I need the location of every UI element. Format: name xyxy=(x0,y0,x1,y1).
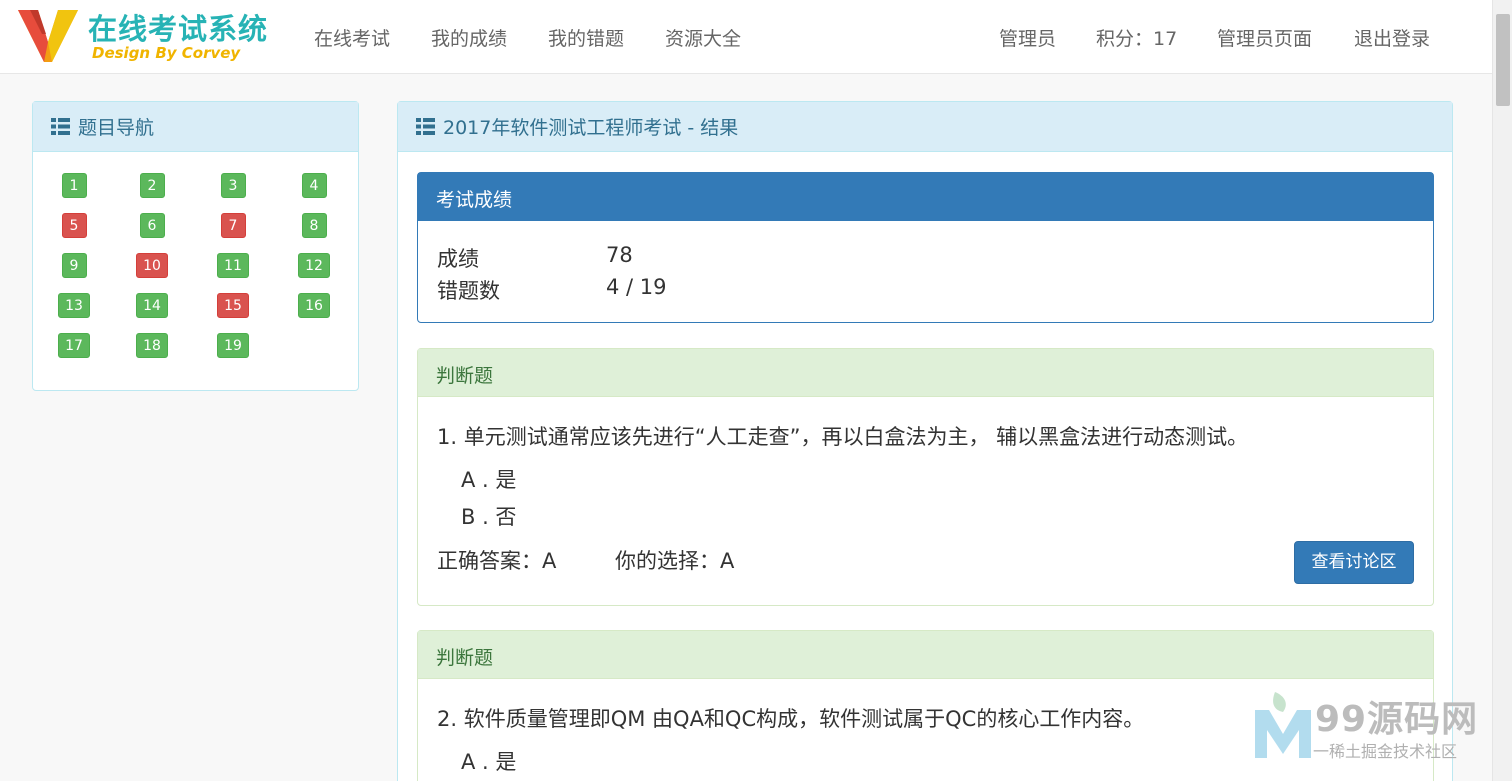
question-nav-item-12[interactable]: 12 xyxy=(298,253,330,278)
list-icon xyxy=(51,118,70,135)
question-nav-item-13[interactable]: 13 xyxy=(58,293,90,318)
question-nav-item-8[interactable]: 8 xyxy=(301,213,327,238)
score-value: 78 xyxy=(606,243,633,267)
your-answer: 你的选择：A xyxy=(615,549,735,573)
question-nav-item-7[interactable]: 7 xyxy=(220,213,246,238)
question-nav-heading: 题目导航 xyxy=(33,102,358,152)
option-b: B . 否 xyxy=(461,505,517,529)
view-discussion-button[interactable]: 查看讨论区 xyxy=(1294,541,1414,584)
brand-subtitle: Design By Corvey xyxy=(92,44,241,62)
question-nav-item-10[interactable]: 10 xyxy=(136,253,168,278)
question-text: 2. 软件质量管理即QM 由QA和QC构成，软件测试属于QC的核心工作内容。 xyxy=(437,707,1145,731)
question-nav-item-9[interactable]: 9 xyxy=(61,253,87,278)
question-nav-title: 题目导航 xyxy=(78,117,155,139)
result-heading: 2017年软件测试工程师考试 - 结果 xyxy=(398,102,1452,152)
nav-my-mistakes[interactable]: 我的错题 xyxy=(548,24,624,51)
question-type: 判断题 xyxy=(418,349,1433,397)
nav-logout[interactable]: 退出登录 xyxy=(1354,24,1430,51)
question-card: 判断题 1. 单元测试通常应该先进行“人工走查”，再以白盒法为主， 辅以黑盒法进… xyxy=(417,348,1434,606)
question-nav-item-14[interactable]: 14 xyxy=(136,293,168,318)
score-panel: 考试成绩 成绩 78 错题数 4 / 19 xyxy=(417,172,1434,323)
nav-resources[interactable]: 资源大全 xyxy=(665,24,741,51)
nav-points[interactable]: 积分：17 xyxy=(1096,24,1177,51)
question-nav-item-11[interactable]: 11 xyxy=(217,253,249,278)
option-a: A . 是 xyxy=(461,750,517,774)
question-type: 判断题 xyxy=(418,631,1433,679)
result-panel: 2017年软件测试工程师考试 - 结果 考试成绩 成绩 78 错题数 4 / 1… xyxy=(397,101,1453,781)
score-heading: 考试成绩 xyxy=(418,173,1433,221)
question-nav-item-19[interactable]: 19 xyxy=(217,333,249,358)
question-nav-item-18[interactable]: 18 xyxy=(136,333,168,358)
result-title: 2017年软件测试工程师考试 - 结果 xyxy=(443,117,739,139)
question-nav-item-2[interactable]: 2 xyxy=(139,173,165,198)
site-logo[interactable]: 在线考试系统 Design By Corvey xyxy=(16,4,286,66)
page-scrollbar[interactable] xyxy=(1492,0,1512,781)
correct-answer: 正确答案：A xyxy=(437,549,557,573)
logo-v-icon xyxy=(18,10,78,62)
score-row: 成绩 78 xyxy=(437,243,633,273)
question-nav-item-15[interactable]: 15 xyxy=(217,293,249,318)
score-label: 成绩 xyxy=(437,247,479,271)
wrong-count-row: 错题数 4 / 19 xyxy=(437,275,667,305)
question-nav-item-16[interactable]: 16 xyxy=(298,293,330,318)
question-nav-item-6[interactable]: 6 xyxy=(139,213,165,238)
nav-online-exam[interactable]: 在线考试 xyxy=(314,24,390,51)
question-nav-item-17[interactable]: 17 xyxy=(58,333,90,358)
question-card: 判断题 2. 软件质量管理即QM 由QA和QC构成，软件测试属于QC的核心工作内… xyxy=(417,630,1434,781)
scrollbar-thumb[interactable] xyxy=(1496,14,1510,106)
question-nav-item-4[interactable]: 4 xyxy=(301,173,327,198)
navbar: 在线考试系统 Design By Corvey 在线考试 我的成绩 我的错题 资… xyxy=(0,0,1492,74)
question-nav-item-5[interactable]: 5 xyxy=(61,213,87,238)
nav-my-scores[interactable]: 我的成绩 xyxy=(431,24,507,51)
list-icon xyxy=(416,118,435,135)
question-nav-item-1[interactable]: 1 xyxy=(61,173,87,198)
wrong-count-value: 4 / 19 xyxy=(606,275,667,299)
nav-admin-page[interactable]: 管理员页面 xyxy=(1217,24,1312,51)
option-a: A . 是 xyxy=(461,468,517,492)
question-nav-item-3[interactable]: 3 xyxy=(220,173,246,198)
question-text: 1. 单元测试通常应该先进行“人工走查”，再以白盒法为主， 辅以黑盒法进行动态测… xyxy=(437,425,1249,449)
question-nav-panel: 题目导航 1 2 3 4 5 6 7 8 9 10 11 12 13 14 15 16 17 18 19 xyxy=(32,101,359,391)
brand-title: 在线考试系统 xyxy=(88,12,269,46)
nav-user[interactable]: 管理员 xyxy=(999,24,1056,51)
wrong-count-label: 错题数 xyxy=(437,279,500,303)
